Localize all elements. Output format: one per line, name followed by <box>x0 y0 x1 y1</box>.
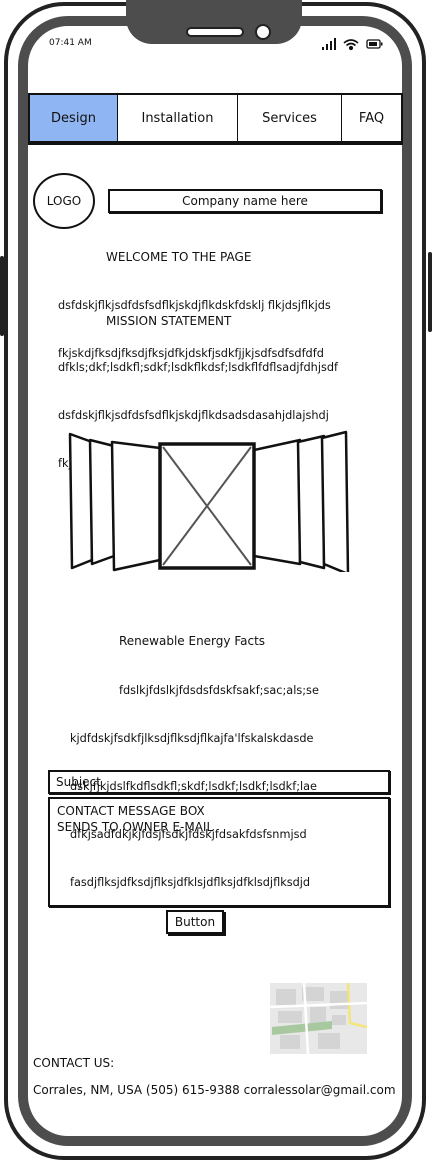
carousel-slide <box>296 434 326 570</box>
status-icons <box>322 37 386 54</box>
nav-tabs: Design Installation Services FAQ <box>28 93 403 143</box>
contact-title: CONTACT US: <box>33 1056 115 1070</box>
status-icons-svg <box>322 38 383 51</box>
tab-installation[interactable]: Installation <box>118 95 238 141</box>
contact-details: Corrales, NM, USA (505) 615-9388 corrale… <box>33 1083 396 1097</box>
carousel-slide <box>110 440 162 572</box>
status-time: 07:41 AM <box>49 38 92 48</box>
tab-services[interactable]: Services <box>238 95 342 141</box>
company-name: Company name here <box>108 189 382 213</box>
battery-icon <box>366 39 383 49</box>
subject-input[interactable]: Subject <box>48 770 390 794</box>
mission-title: MISSION STATEMENT <box>106 314 232 328</box>
power-button <box>428 252 432 332</box>
speaker-icon <box>186 27 244 37</box>
carousel-slide <box>68 432 94 570</box>
map-icon[interactable] <box>270 983 367 1054</box>
tab-design[interactable]: Design <box>30 95 118 141</box>
message-line: SENDS TO OWNER E-MAIL <box>57 820 214 834</box>
carousel-slide <box>252 438 302 566</box>
message-textarea[interactable]: CONTACT MESSAGE BOX SENDS TO OWNER E-MAI… <box>48 797 390 907</box>
carousel-slide <box>320 430 350 572</box>
carousel-slide <box>88 438 116 566</box>
phone-notch <box>126 0 302 44</box>
facts-title: Renewable Energy Facts <box>119 634 266 648</box>
submit-button[interactable]: Button <box>166 910 224 934</box>
signal-icon <box>322 38 336 50</box>
facts-line: kjdfdskjfsdkfjlksdjflksdjflkajfa'lfskals… <box>70 732 314 745</box>
wifi-icon <box>343 39 359 51</box>
mission-line: dsfdskjflkjsdfdsfsdflkjskdjflkdsadsdasah… <box>58 409 329 422</box>
tab-faq[interactable]: FAQ <box>342 95 401 141</box>
welcome-title: WELCOME TO THE PAGE <box>106 250 252 264</box>
message-line: CONTACT MESSAGE BOX <box>57 804 205 818</box>
camera-icon <box>255 24 271 40</box>
image-carousel[interactable] <box>68 430 350 572</box>
welcome-line: dsfdskjflkjsdfdsfsdflkjskdjflkdskfdsklj … <box>58 299 331 312</box>
logo[interactable]: LOGO <box>33 173 95 229</box>
facts-line: fdslkjfdslkjfdsdsfdskfsakf;sac;als;se <box>119 684 319 697</box>
image-placeholder-icon <box>158 442 256 570</box>
mission-line: dfkls;dkf;lsdkfl;sdkf;lsdkflkdsf;lsdkflf… <box>58 361 339 374</box>
